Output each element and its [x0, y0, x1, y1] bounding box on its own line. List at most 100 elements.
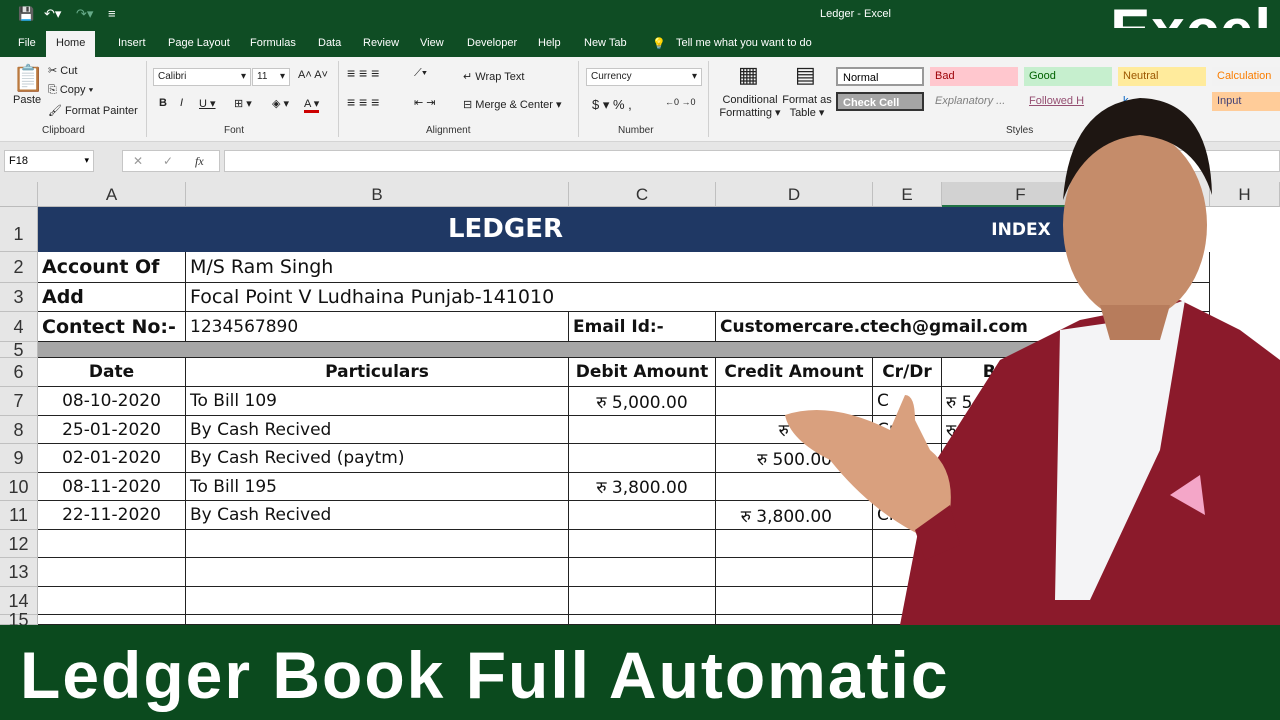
style-input[interactable]: Input	[1212, 92, 1280, 111]
table-cell[interactable]: 22-11-2020	[38, 501, 186, 530]
copy-button[interactable]: ⎘ Copy ▾	[48, 84, 93, 97]
name-box[interactable]: F18 ▾	[4, 150, 94, 172]
address-label[interactable]: Add	[38, 283, 186, 312]
table-cell[interactable]	[942, 615, 1100, 625]
table-cell[interactable]: रु 4,50	[716, 416, 873, 444]
table-cell[interactable]: रु 3,800.00	[716, 501, 873, 530]
tab-developer[interactable]: Developer	[467, 37, 517, 49]
cancel-icon[interactable]: ✕	[133, 154, 143, 168]
paste-icon[interactable]: 📋	[12, 63, 44, 94]
customize-toolbar-icon[interactable]: ≡	[108, 6, 116, 21]
font-name-select[interactable]: Calibri ▾	[153, 68, 251, 86]
table-cell[interactable]	[873, 530, 942, 558]
table-cell[interactable]	[186, 587, 569, 615]
style-explanatory-[interactable]: Explanatory ...	[930, 92, 1018, 111]
style-neutral[interactable]: Neutral	[1118, 67, 1206, 86]
undo-icon[interactable]: ↶▾	[44, 6, 61, 22]
account-label[interactable]: Account Of	[38, 252, 186, 283]
column-title-debit-amount[interactable]: Debit Amount	[569, 358, 716, 387]
index-link[interactable]: INDEX	[942, 207, 1100, 252]
table-cell[interactable]	[716, 387, 873, 416]
column-header-c[interactable]: C	[569, 182, 716, 207]
conditional-formatting-button[interactable]: Conditional Formatting ▾	[718, 94, 782, 119]
style-k[interactable]: k	[1118, 92, 1206, 111]
table-cell[interactable]: 08-11-2020	[38, 473, 186, 501]
style-followed-h[interactable]: Followed H	[1024, 92, 1112, 111]
ledger-title-cell[interactable]: LEDGER	[38, 207, 1100, 252]
italic-button[interactable]: I	[180, 97, 183, 109]
tab-file[interactable]: File	[18, 37, 36, 49]
underline-button[interactable]: U ▾	[199, 97, 216, 110]
account-value-cell[interactable]: M/S Ram Singh	[186, 252, 1210, 283]
table-cell[interactable]	[716, 473, 873, 501]
row-header-15[interactable]: 15	[0, 611, 38, 629]
borders-icon[interactable]: ⊞ ▾	[234, 97, 252, 110]
style-calculation[interactable]: Calculation	[1212, 67, 1280, 86]
fill-color-icon[interactable]: ◈ ▾	[272, 97, 289, 110]
row-header-12[interactable]: 12	[0, 530, 38, 558]
table-cell[interactable]	[873, 444, 942, 473]
format-painter-button[interactable]: 🖌 Format Painter	[48, 104, 138, 117]
enter-icon[interactable]: ✓	[163, 154, 173, 168]
table-cell[interactable]: रु 0.00	[942, 444, 1100, 473]
column-title-credit-amount[interactable]: Credit Amount	[716, 358, 873, 387]
row-header-9[interactable]: 9	[0, 444, 38, 473]
format-as-table-button[interactable]: Format as Table ▾	[782, 94, 832, 119]
table-cell[interactable]	[716, 587, 873, 615]
table-cell[interactable]	[186, 615, 569, 625]
table-cell[interactable]	[569, 587, 716, 615]
tab-formulas[interactable]: Formulas	[250, 37, 296, 49]
row-header-1[interactable]: 1	[0, 207, 38, 252]
table-cell[interactable]: To Bill 109	[186, 387, 569, 416]
email-label[interactable]: Email Id:-	[569, 312, 716, 342]
table-cell[interactable]	[38, 587, 186, 615]
table-cell[interactable]	[569, 501, 716, 530]
tab-page-layout[interactable]: Page Layout	[168, 37, 230, 49]
row-header-5[interactable]: 5	[0, 341, 38, 359]
table-cell[interactable]	[873, 473, 942, 501]
column-header-d[interactable]: D	[716, 182, 873, 207]
merge-center-button[interactable]: ⊟ Merge & Center ▾	[463, 98, 562, 111]
table-cell[interactable]	[186, 558, 569, 587]
table-cell[interactable]	[569, 558, 716, 587]
table-cell[interactable]	[38, 530, 186, 558]
table-cell[interactable]: 3,80	[942, 473, 1100, 501]
row-header-6[interactable]: 6	[0, 358, 38, 387]
table-cell[interactable]: 08-10-2020	[38, 387, 186, 416]
row-header-7[interactable]: 7	[0, 387, 38, 416]
insert-function-icon[interactable]: fx	[195, 154, 204, 169]
font-color-icon[interactable]: A ▾	[304, 97, 320, 113]
style-good[interactable]: Good	[1024, 67, 1112, 86]
row-header-4[interactable]: 4	[0, 312, 38, 342]
select-all-button[interactable]	[0, 182, 38, 207]
table-cell[interactable]: To Bill 195	[186, 473, 569, 501]
table-cell[interactable]	[569, 444, 716, 473]
font-size-select[interactable]: 11 ▾	[252, 68, 290, 86]
table-cell[interactable]: By Cash Recived (paytm)	[186, 444, 569, 473]
column-header-b[interactable]: B	[186, 182, 569, 207]
cut-button[interactable]: ✂ Cut	[48, 64, 77, 77]
formula-input[interactable]	[224, 150, 1280, 172]
email-value-cell[interactable]: Customercare.ctech@gmail.com	[716, 312, 1210, 342]
conditional-formatting-icon[interactable]: ▦	[738, 62, 759, 88]
table-cell[interactable]: रु 5,000.0	[942, 387, 1100, 416]
table-cell[interactable]: 25-01-2020	[38, 416, 186, 444]
table-cell[interactable]: रु 500.0	[942, 416, 1100, 444]
contact-value-cell[interactable]: 1234567890	[186, 312, 569, 342]
table-cell[interactable]	[38, 558, 186, 587]
table-cell[interactable]	[873, 558, 942, 587]
row-header-8[interactable]: 8	[0, 416, 38, 444]
column-title-date[interactable]: Date	[38, 358, 186, 387]
column-header-f[interactable]: F	[942, 182, 1100, 207]
column-title-particulars[interactable]: Particulars	[186, 358, 569, 387]
tab-view[interactable]: View	[420, 37, 444, 49]
tell-me-search[interactable]: Tell me what you want to do	[676, 37, 812, 49]
table-cell[interactable]	[716, 615, 873, 625]
tab-help[interactable]: Help	[538, 37, 561, 49]
wrap-text-button[interactable]: ↵ Wrap Text	[463, 70, 524, 83]
bold-button[interactable]: B	[159, 97, 167, 109]
indent-icons[interactable]: ⇤ ⇥	[414, 96, 436, 109]
number-format-select[interactable]: Currency ▾	[586, 68, 702, 86]
tab-home[interactable]: Home	[46, 31, 96, 57]
tell-me-search-icon[interactable]: 💡	[652, 37, 666, 50]
